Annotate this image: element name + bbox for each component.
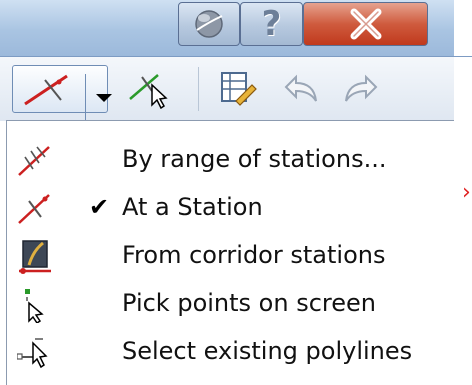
creation-method-menu: By range of stations... ✔ At a Station F… [6, 120, 454, 385]
help-label: ? [261, 4, 282, 44]
menu-item-pick-points-on-screen[interactable]: Pick points on screen [7, 279, 455, 327]
toolbar-separator [198, 67, 199, 111]
sample-lines-icon [24, 74, 68, 106]
corridor-stations-icon [19, 240, 51, 274]
chevron-down-icon [95, 94, 112, 102]
menu-item-at-a-station[interactable]: ✔ At a Station [7, 183, 455, 231]
menu-item-label: At a Station [122, 193, 263, 221]
menu-item-by-range-of-stations[interactable]: By range of stations... [7, 135, 455, 183]
menu-item-label: Pick points on screen [122, 289, 376, 317]
dropdown-arrow-button[interactable] [85, 74, 121, 122]
help-button[interactable]: ? [240, 2, 303, 46]
info-center-orb-icon [195, 10, 223, 38]
menu-item-label: By range of stations... [122, 145, 387, 173]
pick-points-icon [25, 289, 44, 323]
close-button[interactable] [303, 2, 428, 46]
existing-polylines-icon [17, 338, 48, 369]
menu-item-label: Select existing polylines [122, 337, 413, 365]
red-arrow-marker: › [462, 180, 471, 205]
close-icon [350, 8, 381, 40]
sample-lines-split-button[interactable] [12, 65, 112, 122]
range-of-stations-icon [18, 146, 50, 176]
menu-item-select-existing-polylines[interactable]: Select existing polylines [7, 327, 455, 375]
edit-table-icon[interactable] [218, 69, 258, 109]
title-bar-edge [454, 0, 472, 56]
menu-item-from-corridor-stations[interactable]: From corridor stations [7, 231, 455, 279]
checkmark-icon: ✔ [89, 193, 110, 221]
info-center-button[interactable] [178, 2, 240, 46]
toolbar [0, 57, 454, 122]
title-bar: ? [0, 0, 472, 57]
undo-icon[interactable] [282, 71, 322, 107]
redo-icon[interactable] [340, 71, 380, 107]
menu-item-label: From corridor stations [122, 241, 386, 269]
at-station-icon [18, 194, 50, 224]
pick-sample-line-icon[interactable] [128, 69, 172, 109]
